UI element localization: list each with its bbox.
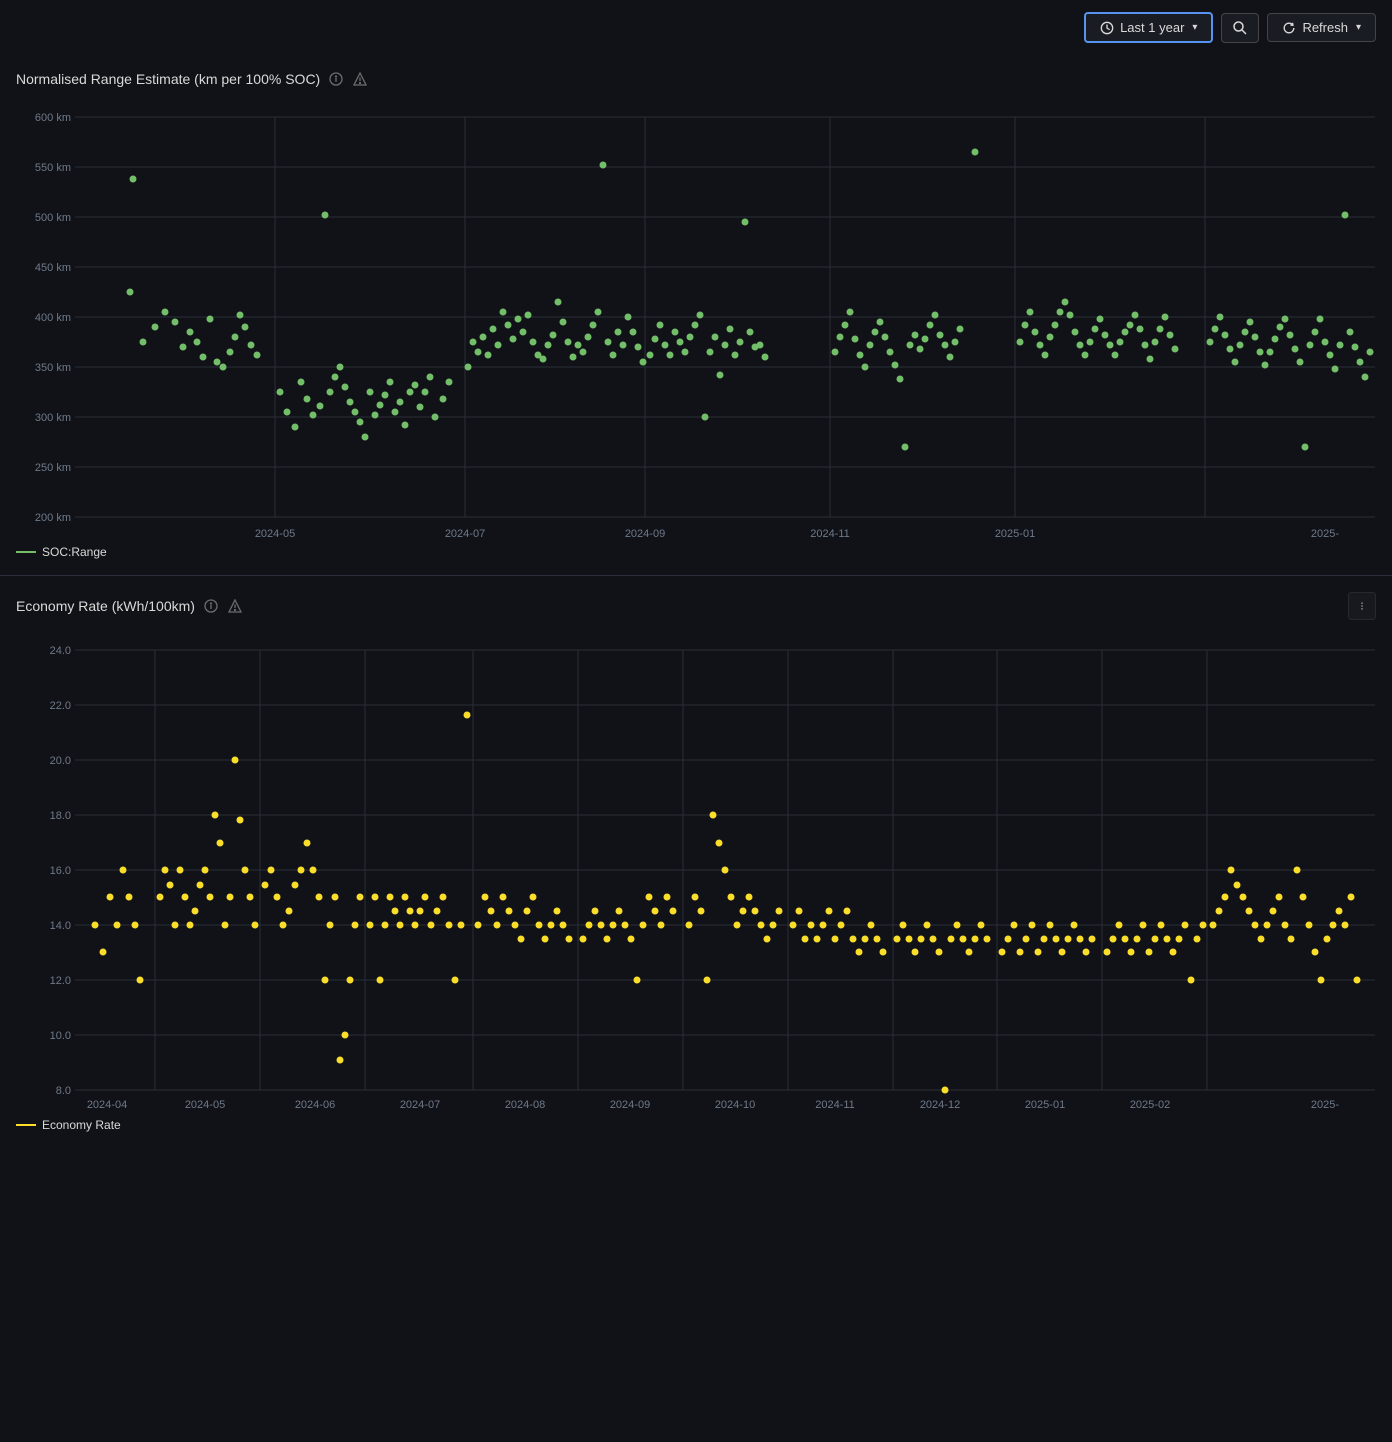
chart1-svg: .yl{font-size:11px;fill:#6e7a8a;text-anc…	[68, 97, 1382, 537]
chart1-legend-label: SOC:Range	[42, 545, 107, 559]
chart2-title: Economy Rate (kWh/100km)	[16, 598, 195, 614]
svg-text:450 km: 450 km	[35, 262, 71, 274]
svg-text:2024-06: 2024-06	[295, 1099, 335, 1111]
svg-text:400 km: 400 km	[35, 312, 71, 324]
svg-text:2024-11: 2024-11	[810, 528, 850, 540]
chart1-header: Normalised Range Estimate (km per 100% S…	[0, 71, 1392, 97]
chart2-menu-button[interactable]	[1348, 592, 1376, 620]
svg-text:16.0: 16.0	[50, 865, 71, 877]
svg-text:10.0: 10.0	[50, 1030, 71, 1042]
svg-text:2024-07: 2024-07	[400, 1099, 440, 1111]
svg-text:18.0: 18.0	[50, 810, 71, 822]
chart1-title: Normalised Range Estimate (km per 100% S…	[16, 71, 320, 87]
svg-text:2025-02: 2025-02	[1130, 1099, 1170, 1111]
chart2-legend-line	[16, 1124, 36, 1126]
refresh-label: Refresh	[1302, 20, 1348, 35]
refresh-chevron-icon: ▾	[1356, 22, 1361, 33]
chart2-header: Economy Rate (kWh/100km)	[0, 592, 1392, 630]
chart2-info-icon[interactable]	[203, 598, 219, 614]
svg-text:2024-10: 2024-10	[715, 1099, 755, 1111]
search-icon	[1232, 20, 1248, 36]
top-bar: Last 1 year ▾ Refresh ▾	[0, 0, 1392, 55]
chart1-legend-line	[16, 551, 36, 553]
chart2-legend-label: Economy Rate	[42, 1118, 121, 1132]
svg-text:20.0: 20.0	[50, 755, 71, 767]
search-button[interactable]	[1221, 13, 1259, 43]
chevron-down-icon: ▾	[1192, 22, 1197, 33]
svg-text:550 km: 550 km	[35, 162, 71, 174]
chart2-svg: 24.0 22.0 20.0 18.0 16.0 14.0 12.0 10.0 …	[68, 630, 1382, 1110]
svg-text:2024-08: 2024-08	[505, 1099, 545, 1111]
refresh-icon	[1282, 21, 1296, 35]
time-range-label: Last 1 year	[1120, 20, 1184, 35]
svg-text:2024-12: 2024-12	[920, 1099, 960, 1111]
chart1-warn-icon[interactable]	[352, 71, 368, 87]
svg-text:2025-01: 2025-01	[995, 528, 1035, 540]
svg-text:2024-04: 2024-04	[87, 1099, 127, 1111]
svg-text:2025-: 2025-	[1311, 528, 1339, 540]
chart1-legend: SOC:Range	[0, 537, 1392, 575]
svg-text:12.0: 12.0	[50, 975, 71, 987]
svg-text:2024-05: 2024-05	[185, 1099, 225, 1111]
svg-text:600 km: 600 km	[35, 112, 71, 124]
refresh-button[interactable]: Refresh ▾	[1267, 13, 1376, 42]
clock-icon	[1100, 21, 1114, 35]
chart2-area: 24.0 22.0 20.0 18.0 16.0 14.0 12.0 10.0 …	[0, 630, 1392, 1110]
svg-text:500 km: 500 km	[35, 212, 71, 224]
svg-text:200 km: 200 km	[35, 512, 71, 524]
svg-text:14.0: 14.0	[50, 920, 71, 932]
svg-text:350 km: 350 km	[35, 362, 71, 374]
svg-text:250 km: 250 km	[35, 462, 71, 474]
chart1-panel: Normalised Range Estimate (km per 100% S…	[0, 55, 1392, 575]
chart2-panel: Economy Rate (kWh/100km)	[0, 576, 1392, 1148]
svg-text:300 km: 300 km	[35, 412, 71, 424]
svg-text:8.0: 8.0	[56, 1085, 71, 1097]
chart2-legend: Economy Rate	[0, 1110, 1392, 1148]
svg-text:2025-01: 2025-01	[1025, 1099, 1065, 1111]
kebab-menu-icon	[1357, 599, 1367, 613]
time-range-button[interactable]: Last 1 year ▾	[1084, 12, 1213, 43]
svg-text:2024-05: 2024-05	[255, 528, 295, 540]
svg-text:2024-09: 2024-09	[610, 1099, 650, 1111]
chart1-area: .yl{font-size:11px;fill:#6e7a8a;text-anc…	[0, 97, 1392, 537]
svg-text:24.0: 24.0	[50, 645, 71, 657]
svg-text:2024-09: 2024-09	[625, 528, 665, 540]
svg-text:2025-: 2025-	[1311, 1099, 1339, 1111]
svg-text:2024-11: 2024-11	[815, 1099, 855, 1111]
chart1-info-icon[interactable]	[328, 71, 344, 87]
svg-text:22.0: 22.0	[50, 700, 71, 712]
chart2-warn-icon[interactable]	[227, 598, 243, 614]
svg-text:2024-07: 2024-07	[445, 528, 485, 540]
